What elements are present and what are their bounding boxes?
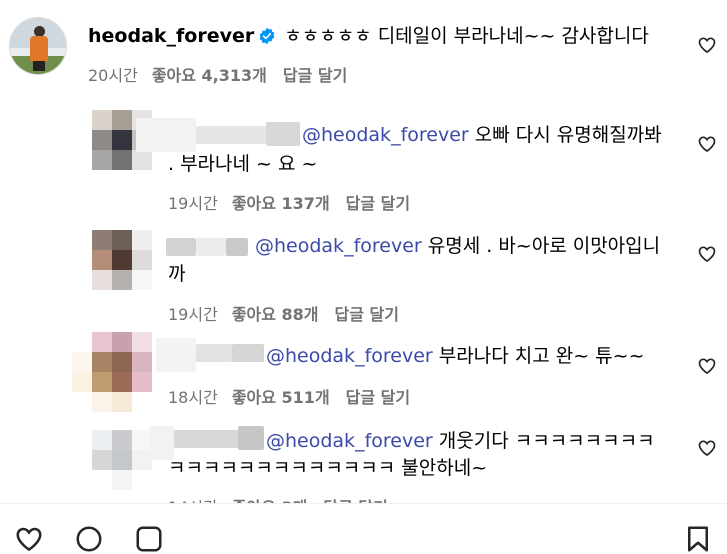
reply-3-meta: 18시간 좋아요 511개 답글 달기 [168, 384, 410, 408]
likes-count[interactable]: 좋아요 88개 [232, 305, 319, 324]
reply-1-text-line2: . 부라나네 ~ 요 ~ [168, 153, 318, 175]
commenter-avatar[interactable] [9, 17, 67, 75]
like-heart-icon[interactable] [697, 438, 717, 458]
reply-2-username-redacted [148, 236, 248, 260]
share-icon[interactable] [134, 524, 164, 554]
like-heart-icon[interactable] [697, 35, 717, 55]
timestamp: 19시간 [168, 194, 218, 213]
verified-badge-icon [259, 27, 275, 45]
reply-1-text: @heodak_forever 오빠 다시 유명해질까봐 [302, 124, 662, 146]
reply-3-username-redacted [156, 338, 264, 372]
mention-link[interactable]: @heodak_forever [302, 124, 469, 146]
mention-link[interactable]: @heodak_forever [255, 235, 422, 257]
heart-icon[interactable] [14, 524, 44, 554]
comment-icon[interactable] [74, 524, 104, 554]
likes-count[interactable]: 좋아요 511개 [232, 388, 330, 407]
reply-4-avatar[interactable] [92, 430, 152, 490]
reply-4-text: @heodak_forever 개웃기다 ㅋㅋㅋㅋㅋㅋㅋㅋ [266, 430, 655, 452]
reply-1-meta: 19시간 좋아요 137개 답글 달기 [168, 190, 410, 214]
comment-text: ㅎㅎㅎㅎㅎ 디테일이 부라나네~~ 감사합니다 [284, 25, 649, 47]
reply-button[interactable]: 답글 달기 [335, 305, 399, 324]
main-comment: heodak_forever ㅎㅎㅎㅎㅎ 디테일이 부라나네~~ 감사합니다 [88, 23, 649, 49]
likes-count[interactable]: 좋아요 4,313개 [152, 66, 267, 85]
like-heart-icon[interactable] [697, 244, 717, 264]
reply-2-text: @heodak_forever 유명세 . 바~아로 이맛아입니 [255, 235, 661, 257]
mention-link[interactable]: @heodak_forever [266, 345, 433, 367]
reply-button[interactable]: 답글 달기 [346, 194, 410, 213]
reply-button[interactable]: 답글 달기 [346, 388, 410, 407]
like-heart-icon[interactable] [697, 134, 717, 154]
reply-3-text: @heodak_forever 부라나다 치고 완~ 튜~~ [266, 345, 645, 367]
reply-1-username-redacted [136, 118, 300, 152]
username[interactable]: heodak_forever [88, 25, 254, 47]
likes-count[interactable]: 좋아요 137개 [232, 194, 330, 213]
reply-2-meta: 19시간 좋아요 88개 답글 달기 [168, 301, 399, 325]
reply-4-text-line2: ㅋㅋㅋㅋㅋㅋㅋㅋㅋㅋㅋㅋㅋ 불안하네~ [168, 457, 488, 479]
mention-link[interactable]: @heodak_forever [266, 430, 433, 452]
timestamp: 18시간 [168, 388, 218, 407]
reply-button[interactable]: 답글 달기 [283, 66, 347, 85]
bottom-action-bar [0, 504, 727, 534]
like-heart-icon[interactable] [697, 356, 717, 376]
main-comment-meta: 20시간 좋아요 4,313개 답글 달기 [88, 62, 347, 86]
timestamp: 19시간 [168, 305, 218, 324]
reply-2-avatar[interactable] [92, 230, 152, 290]
timestamp: 20시간 [88, 66, 138, 85]
reply-2-text-line2: 까 [168, 263, 186, 285]
bookmark-icon[interactable] [683, 524, 713, 554]
